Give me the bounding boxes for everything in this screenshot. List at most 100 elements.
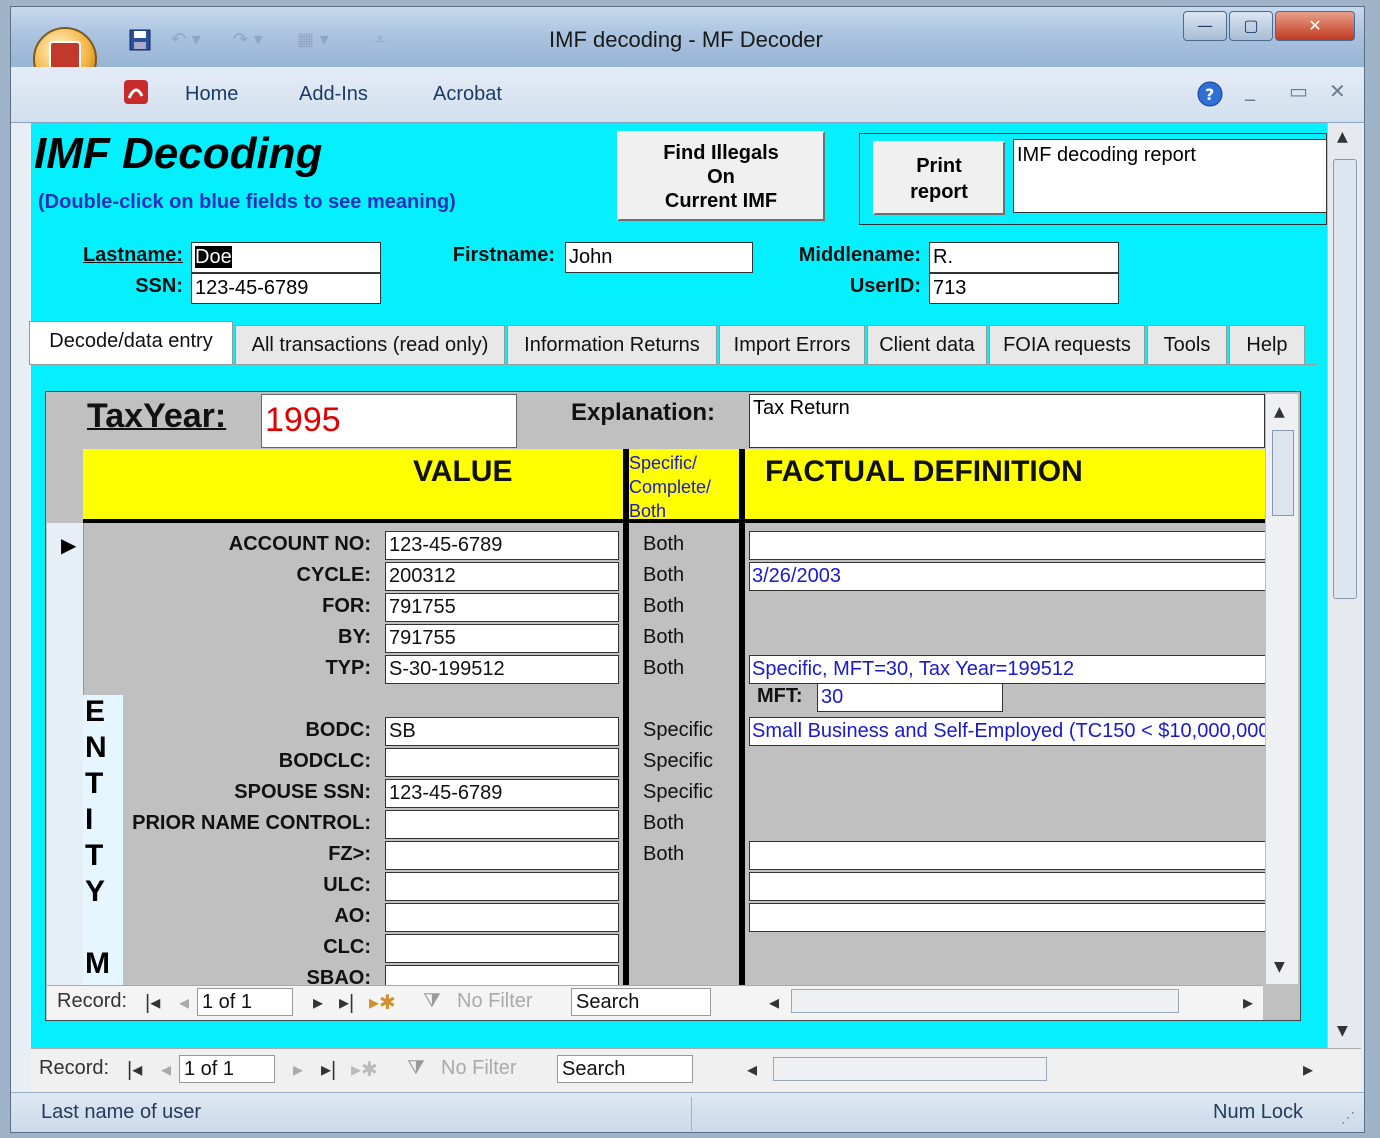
ssn-field[interactable]: 123-45-6789 [191,273,381,304]
lastname-field[interactable]: Doe [191,242,381,273]
explanation-field[interactable]: Tax Return [749,394,1265,448]
print-report-button[interactable]: Print report [873,141,1005,215]
field-label: CLC: [323,936,371,958]
field-definition[interactable] [749,841,1265,870]
scroll-up-icon[interactable]: ▲ [1274,404,1285,420]
record-selector[interactable] [47,523,84,985]
col-scb-header: Specific/ Complete/ Both [629,451,737,523]
tab-tools[interactable]: Tools [1147,325,1227,365]
main-filter-icon[interactable]: ⧩ [407,1057,425,1080]
sub-filter-icon[interactable]: ⧩ [423,990,441,1013]
sub-search-field[interactable]: Search [571,988,711,1016]
menu-acrobat[interactable]: Acrobat [433,83,502,106]
find-illegals-label-1: Find Illegals [663,142,779,164]
customize-qat-icon[interactable]: ⩡ [375,29,385,50]
field-value[interactable] [385,903,619,932]
save-icon[interactable] [129,29,151,56]
doc-close-icon[interactable]: ✕ [1329,79,1346,103]
userid-field[interactable]: 713 [929,273,1119,304]
field-value[interactable]: 123-45-6789 [385,779,619,808]
field-value[interactable]: 791755 [385,624,619,653]
field-value[interactable]: SB [385,717,619,746]
resize-grip-icon[interactable]: ⋰ [1341,1109,1355,1126]
tab-foia-requests[interactable]: FOIA requests [989,325,1145,365]
tab-client-data[interactable]: Client data [867,325,987,365]
subform-vscroll[interactable]: ▲ ▼ [1265,394,1298,984]
main-search-field[interactable]: Search [557,1055,693,1083]
tab-all-transactions[interactable]: All transactions (read only) [235,325,505,365]
menu-add-ins[interactable]: Add-Ins [299,83,368,106]
field-value[interactable] [385,748,619,777]
tab-import-errors[interactable]: Import Errors [719,325,865,365]
field-label: AO: [334,905,371,927]
middlename-field[interactable]: R. [929,242,1119,273]
field-value[interactable] [385,934,619,963]
field-definition[interactable]: 3/26/2003 [749,562,1265,591]
sub-last-record-icon[interactable]: ▸| [339,990,354,1015]
taxyear-field[interactable]: 1995 [261,394,517,448]
minimize-button[interactable]: — [1183,11,1227,41]
doc-restore-icon[interactable]: ▭ [1289,79,1308,103]
sub-next-record-icon[interactable]: ▸ [313,990,323,1015]
sub-hscroll-right-icon[interactable]: ▸ [1243,990,1253,1015]
field-definition[interactable] [749,903,1265,932]
main-vscroll[interactable]: ▲ ▼ [1327,123,1362,1048]
field-scb: Both [643,564,685,586]
tab-divider [29,364,1317,365]
field-value[interactable]: 791755 [385,593,619,622]
sub-hscroll-left-icon[interactable]: ◂ [769,990,779,1015]
mft-field[interactable]: 30 [817,683,1003,712]
field-value[interactable] [385,872,619,901]
main-hscroll-right-icon[interactable]: ▸ [1303,1057,1313,1082]
main-next-record-icon[interactable]: ▸ [293,1057,303,1082]
main-vscroll-thumb[interactable] [1333,159,1357,599]
close-button[interactable]: ✕ [1275,11,1355,41]
menu-home[interactable]: Home [185,83,238,106]
maximize-button[interactable]: ▢ [1229,11,1273,41]
main-last-record-icon[interactable]: ▸| [321,1057,336,1082]
help-icon[interactable]: ? [1197,81,1223,111]
title-bar: ↶ ▾ ↷ ▾ ▦ ▾ ⩡ IMF decoding - MF Decoder … [11,7,1364,91]
sub-hscroll-thumb[interactable] [791,989,1179,1013]
main-no-filter[interactable]: No Filter [441,1057,517,1080]
main-prev-record-icon[interactable]: ◂ [161,1057,171,1082]
tab-information-returns[interactable]: Information Returns [507,325,717,365]
lastname-label: Lastname: [82,244,183,266]
undo-icon[interactable]: ↶ ▾ [171,29,201,50]
sub-new-record-icon[interactable]: ▸✱ [369,990,396,1015]
field-definition[interactable]: Specific, MFT=30, Tax Year=199512 [749,655,1265,684]
main-hscroll-thumb[interactable] [773,1057,1047,1081]
doc-minimize-icon[interactable]: _ [1245,77,1255,101]
field-definition[interactable] [749,872,1265,901]
field-value[interactable]: S-30-199512 [385,655,619,684]
main-first-record-icon[interactable]: |◂ [127,1057,142,1082]
main-new-record-icon[interactable]: ▸✱ [351,1057,378,1082]
field-value[interactable] [385,810,619,839]
sub-prev-record-icon[interactable]: ◂ [179,990,189,1015]
field-value[interactable] [385,841,619,870]
view-icon[interactable]: ▦ ▾ [297,29,329,50]
field-value[interactable]: 200312 [385,562,619,591]
subform-vscroll-thumb[interactable] [1272,430,1294,516]
sub-first-record-icon[interactable]: |◂ [145,990,160,1015]
sub-record-number[interactable]: 1 of 1 [197,988,293,1016]
field-scb: Both [643,657,685,679]
sub-no-filter[interactable]: No Filter [457,990,533,1013]
main-scroll-down-icon[interactable]: ▼ [1337,1023,1348,1039]
find-illegals-button[interactable]: Find Illegals On Current IMF [617,131,825,221]
redo-icon[interactable]: ↷ ▾ [233,29,263,50]
tab-help[interactable]: Help [1229,325,1305,365]
firstname-field[interactable]: John [565,242,753,273]
tab-decode[interactable]: Decode/data entry [29,321,233,365]
field-scb: Both [643,533,685,555]
divider-2 [739,449,745,985]
main-record-number[interactable]: 1 of 1 [179,1055,275,1083]
field-definition[interactable]: Small Business and Self-Employed (TC150 … [749,717,1265,746]
scroll-down-icon[interactable]: ▼ [1274,959,1285,975]
report-name-field[interactable]: IMF decoding report [1013,139,1327,213]
field-definition[interactable] [749,531,1265,560]
print-label-2: report [910,181,968,203]
main-scroll-up-icon[interactable]: ▲ [1337,129,1348,145]
field-value[interactable]: 123-45-6789 [385,531,619,560]
main-hscroll-left-icon[interactable]: ◂ [747,1057,757,1082]
